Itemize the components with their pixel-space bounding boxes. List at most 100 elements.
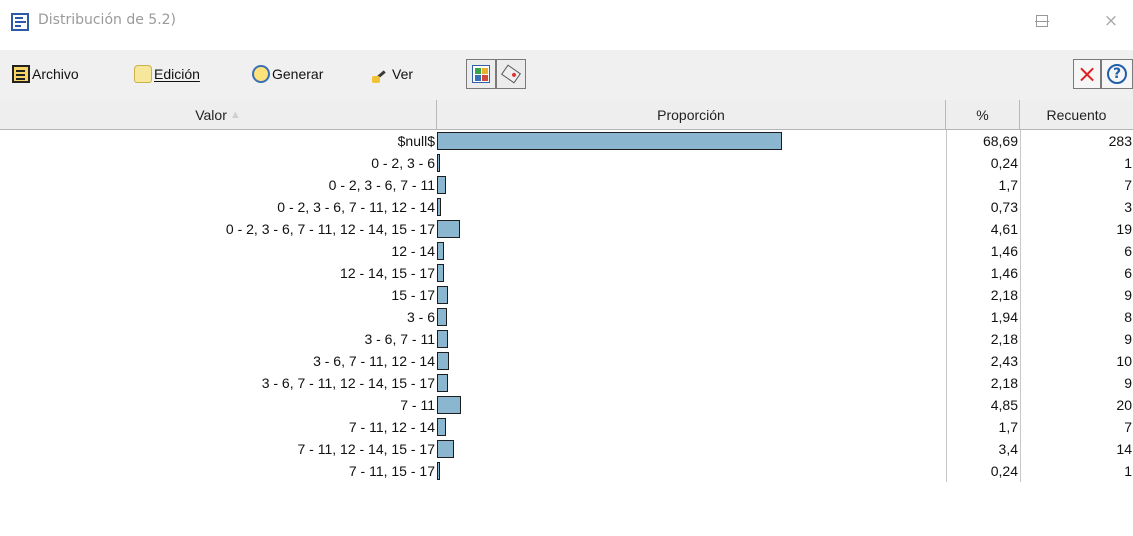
table-row[interactable]: 3 - 6, 7 - 11, 12 - 14 2,43 10 [0, 350, 1133, 372]
table-row[interactable]: 3 - 6, 7 - 11, 12 - 14, 15 - 17 2,18 9 [0, 372, 1133, 394]
table-row[interactable]: 7 - 11, 15 - 17 0,24 1 [0, 460, 1133, 482]
cell-valor: 7 - 11, 12 - 14 [348, 419, 435, 435]
cell-recuento: 9 [1020, 328, 1133, 350]
menu-edicion[interactable]: Edición [134, 61, 200, 87]
cell-percent: 1,7 [946, 174, 1020, 196]
cell-percent: 68,69 [946, 130, 1020, 152]
table-row[interactable]: 12 - 14, 15 - 17 1,46 6 [0, 262, 1133, 284]
cell-recuento: 10 [1020, 350, 1133, 372]
toolbar: Archivo Edición Generar Ver × ? [0, 50, 1133, 100]
cell-valor: 0 - 2, 3 - 6, 7 - 11, 12 - 14 [277, 199, 435, 215]
cell-percent: 2,18 [946, 372, 1020, 394]
maximize-icon [1036, 15, 1048, 27]
table-header: Valor ▲ Proporción % Recuento [0, 100, 1133, 130]
close-output-button[interactable]: × [1073, 59, 1101, 89]
cell-recuento: 9 [1020, 372, 1133, 394]
cell-valor: 15 - 17 [391, 287, 435, 303]
cell-recuento: 1 [1020, 460, 1133, 482]
table-row[interactable]: 0 - 2, 3 - 6, 7 - 11, 12 - 14 0,73 3 [0, 196, 1133, 218]
column-header-valor[interactable]: Valor ▲ [0, 100, 437, 130]
menu-ver[interactable]: Ver [372, 61, 413, 87]
cell-percent: 2,18 [946, 284, 1020, 306]
cell-valor: 7 - 11, 15 - 17 [348, 463, 435, 479]
cell-proporcion [437, 262, 946, 284]
cell-recuento: 6 [1020, 240, 1133, 262]
cell-proporcion [437, 350, 946, 372]
proportion-bar [437, 132, 782, 150]
cell-recuento: 283 [1020, 130, 1133, 152]
table-view-button[interactable] [466, 59, 496, 89]
cell-valor: 12 - 14, 15 - 17 [340, 265, 435, 281]
cell-valor: 0 - 2, 3 - 6 [371, 155, 435, 171]
tag-button[interactable] [496, 59, 526, 89]
cell-valor: 3 - 6, 7 - 11, 12 - 14 [313, 353, 435, 369]
distribution-table: Valor ▲ Proporción % Recuento $null$ 68,6… [0, 100, 1133, 536]
cell-valor: 0 - 2, 3 - 6, 7 - 11 [328, 177, 435, 193]
cell-percent: 0,73 [946, 196, 1020, 218]
column-header-percent-label: % [976, 107, 989, 123]
table-row[interactable]: 0 - 2, 3 - 6 0,24 1 [0, 152, 1133, 174]
cell-proporcion [437, 306, 946, 328]
cell-proporcion [437, 416, 946, 438]
cell-percent: 1,94 [946, 306, 1020, 328]
column-header-recuento-label: Recuento [1046, 107, 1107, 123]
edicion-icon [134, 65, 152, 83]
table-row[interactable]: 15 - 17 2,18 9 [0, 284, 1133, 306]
close-window-button[interactable]: × [1089, 6, 1133, 36]
red-x-icon: × [1076, 60, 1098, 88]
help-button[interactable]: ? [1101, 59, 1133, 89]
cell-proporcion [437, 438, 946, 460]
cell-percent: 1,7 [946, 416, 1020, 438]
cell-proporcion [437, 196, 946, 218]
column-header-proporcion[interactable]: Proporción [437, 100, 946, 130]
cell-valor: 12 - 14 [391, 243, 435, 259]
menu-generar[interactable]: Generar [252, 61, 323, 87]
proportion-bar [437, 352, 449, 370]
table-row[interactable]: 7 - 11, 12 - 14, 15 - 17 3,4 14 [0, 438, 1133, 460]
cell-valor: $null$ [397, 133, 435, 149]
distribution-chart-icon [11, 13, 29, 31]
table-row[interactable]: 12 - 14 1,46 6 [0, 240, 1133, 262]
table-row[interactable]: 0 - 2, 3 - 6, 7 - 11, 12 - 14, 15 - 17 4,… [0, 218, 1133, 240]
table-row[interactable]: 0 - 2, 3 - 6, 7 - 11 1,7 7 [0, 174, 1133, 196]
proportion-bar [437, 176, 446, 194]
table-row[interactable]: 7 - 11 4,85 20 [0, 394, 1133, 416]
title-bar: Distribución de 5.2) × [0, 0, 1133, 50]
generar-icon [252, 65, 270, 83]
table-row[interactable]: 3 - 6 1,94 8 [0, 306, 1133, 328]
proportion-bar [437, 374, 448, 392]
cell-proporcion [437, 284, 946, 306]
close-icon: × [1103, 11, 1119, 31]
proportion-bar [437, 220, 460, 238]
cell-proporcion [437, 218, 946, 240]
table-row[interactable]: 7 - 11, 12 - 14 1,7 7 [0, 416, 1133, 438]
cell-recuento: 19 [1020, 218, 1133, 240]
maximize-button-box[interactable] [1020, 6, 1064, 36]
table-row[interactable]: 3 - 6, 7 - 11 2,18 9 [0, 328, 1133, 350]
cell-valor: 3 - 6 [406, 309, 435, 325]
column-header-percent[interactable]: % [946, 100, 1020, 130]
table-grid-icon [472, 65, 490, 83]
cell-recuento: 6 [1020, 262, 1133, 284]
cell-valor: 3 - 6, 7 - 11, 12 - 14, 15 - 17 [261, 375, 435, 391]
menu-generar-label: Generar [272, 66, 324, 82]
menu-archivo[interactable]: Archivo [12, 61, 79, 87]
cell-recuento: 7 [1020, 174, 1133, 196]
proportion-bar [437, 264, 444, 282]
cell-proporcion [437, 394, 946, 416]
proportion-bar [437, 396, 461, 414]
window-title: Distribución de 5.2) [38, 12, 177, 28]
cell-recuento: 9 [1020, 284, 1133, 306]
column-header-recuento[interactable]: Recuento [1020, 100, 1133, 130]
proportion-bar [437, 154, 440, 172]
cell-proporcion [437, 174, 946, 196]
sort-ascending-icon: ▲ [229, 109, 241, 121]
table-row[interactable]: $null$ 68,69 283 [0, 130, 1133, 152]
archivo-icon [12, 65, 30, 83]
distribution-window: Distribución de 5.2) × Archivo Edición G… [0, 0, 1133, 536]
cell-percent: 4,85 [946, 394, 1020, 416]
menu-archivo-label: Archivo [32, 66, 79, 82]
proportion-bar [437, 242, 444, 260]
column-header-valor-label: Valor [195, 107, 227, 123]
cell-percent: 3,4 [946, 438, 1020, 460]
